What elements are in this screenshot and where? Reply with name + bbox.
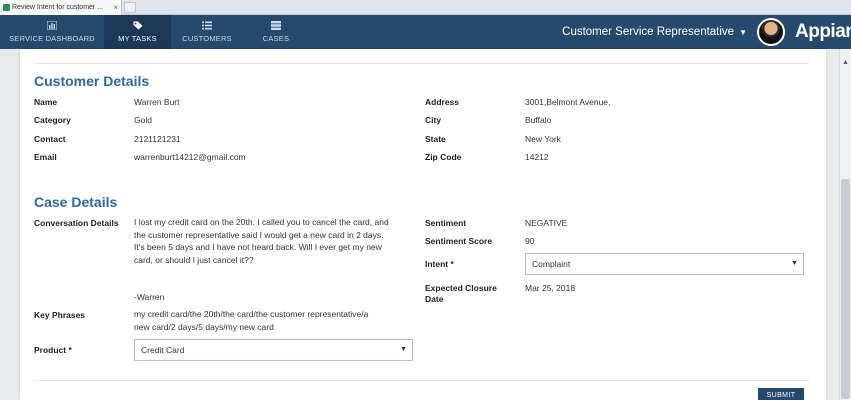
intent-select-value: Complaint	[532, 259, 571, 269]
tab-service-dashboard-label: SERVICE DASHBOARD	[9, 34, 95, 43]
chevron-down-icon: ▼	[400, 346, 407, 353]
page-scrollbar[interactable]: ▲	[839, 49, 851, 400]
zip-code-label: Zip Code	[425, 152, 462, 162]
contact-value: 2121121231	[134, 134, 181, 144]
role-menu[interactable]: Customer Service Representative ▼	[562, 15, 747, 49]
submit-button[interactable]: SUBMIT	[758, 388, 804, 400]
zip-code-value: 14212	[525, 152, 549, 162]
state-label: State	[425, 134, 446, 144]
key-phrases-text: my credit card/the 20th/the card/the cus…	[134, 308, 414, 333]
product-select-value: Credit Card	[141, 345, 185, 355]
tab-close-icon[interactable]: ×	[113, 3, 118, 12]
footer-divider	[34, 380, 809, 381]
conversation-line: the customer representative said I would…	[134, 229, 384, 240]
tab-my-tasks[interactable]: MY TASKS	[104, 15, 171, 49]
title-divider	[34, 63, 809, 64]
key-phrases-line: new card/2 days/5 days/my new card	[134, 321, 274, 332]
state-value: New York	[525, 134, 561, 144]
expected-closure-label-line: Date	[425, 294, 444, 304]
expected-closure-date-value: Mar 25, 2018	[525, 283, 576, 293]
tab-cases[interactable]: CASES	[243, 15, 309, 49]
email-value: warrenburt14212@gmail.com	[134, 152, 246, 162]
city-value: Buffalo	[525, 115, 552, 125]
conversation-line: I lost my credit card on the 20th. I cal…	[134, 217, 389, 227]
name-label: Name	[34, 97, 58, 107]
tab-customers-label: CUSTOMERS	[182, 34, 232, 43]
key-phrases-line: my credit card/the 20th/the card/the cus…	[134, 309, 369, 319]
customer-details-title: Customer Details	[34, 73, 150, 89]
scroll-up-icon[interactable]: ▲	[842, 59, 849, 66]
appian-favicon-icon	[3, 4, 10, 11]
conversation-details-text: I lost my credit card on the 20th. I cal…	[134, 216, 414, 266]
product-select[interactable]: Credit Card ▼	[134, 339, 413, 361]
expected-closure-label-line: Expected Closure	[425, 283, 497, 293]
conversation-line: card, or should I just cancel it??	[134, 254, 254, 265]
email-label: Email	[34, 152, 57, 162]
key-phrases-label: Key Phrases	[34, 310, 86, 320]
bar-chart-icon	[47, 21, 57, 30]
browser-tab[interactable]: Review Intent for customer ... ×	[0, 0, 122, 15]
app-header: SERVICE DASHBOARD MY TASKS CUSTOMERS CAS…	[0, 15, 851, 49]
product-label: Product *	[34, 345, 72, 355]
scroll-thumb[interactable]	[841, 179, 850, 399]
conversation-details-label: Conversation Details	[34, 218, 119, 228]
stack-icon	[271, 21, 281, 30]
address-label: Address	[425, 97, 460, 107]
sentiment-score-label: Sentiment Score	[425, 236, 493, 246]
sentiment-score-value: 90	[525, 236, 535, 246]
contact-label: Contact	[34, 134, 66, 144]
tab-customers[interactable]: CUSTOMERS	[171, 15, 243, 49]
category-value: Gold	[134, 115, 152, 125]
intent-select[interactable]: Complaint ▼	[525, 253, 804, 275]
chevron-down-icon: ▼	[739, 27, 747, 37]
conversation-line: It's been 5 days and I have not heard ba…	[134, 242, 382, 252]
intent-label: Intent *	[425, 259, 454, 269]
case-details-title: Case Details	[34, 194, 118, 210]
category-label: Category	[34, 115, 71, 125]
sentiment-label: Sentiment	[425, 218, 467, 228]
tag-icon	[133, 21, 142, 30]
name-value: Warren Burt	[134, 97, 180, 107]
city-label: City	[425, 115, 442, 125]
tab-service-dashboard[interactable]: SERVICE DASHBOARD	[0, 15, 104, 49]
role-label: Customer Service Representative	[562, 26, 735, 38]
browser-tab-title: Review Intent for customer ...	[12, 4, 104, 11]
tab-my-tasks-label: MY TASKS	[118, 34, 157, 43]
sentiment-value: NEGATIVE	[525, 218, 568, 228]
list-icon	[202, 21, 212, 30]
expected-closure-date-label: Expected Closure Date	[425, 283, 497, 305]
new-tab-button[interactable]	[124, 2, 136, 13]
tab-cases-label: CASES	[262, 34, 290, 43]
user-avatar[interactable]	[757, 18, 785, 46]
address-value: 3001,Belmont Avenue,	[525, 97, 611, 107]
chevron-down-icon: ▼	[791, 260, 798, 267]
appian-logo[interactable]: Appian	[795, 15, 851, 49]
browser-tab-strip: Review Intent for customer ... ×	[0, 0, 851, 15]
task-form-card: Customer Details Name Warren Burt Catego…	[20, 49, 826, 400]
conversation-signature: -Warren	[134, 292, 165, 302]
